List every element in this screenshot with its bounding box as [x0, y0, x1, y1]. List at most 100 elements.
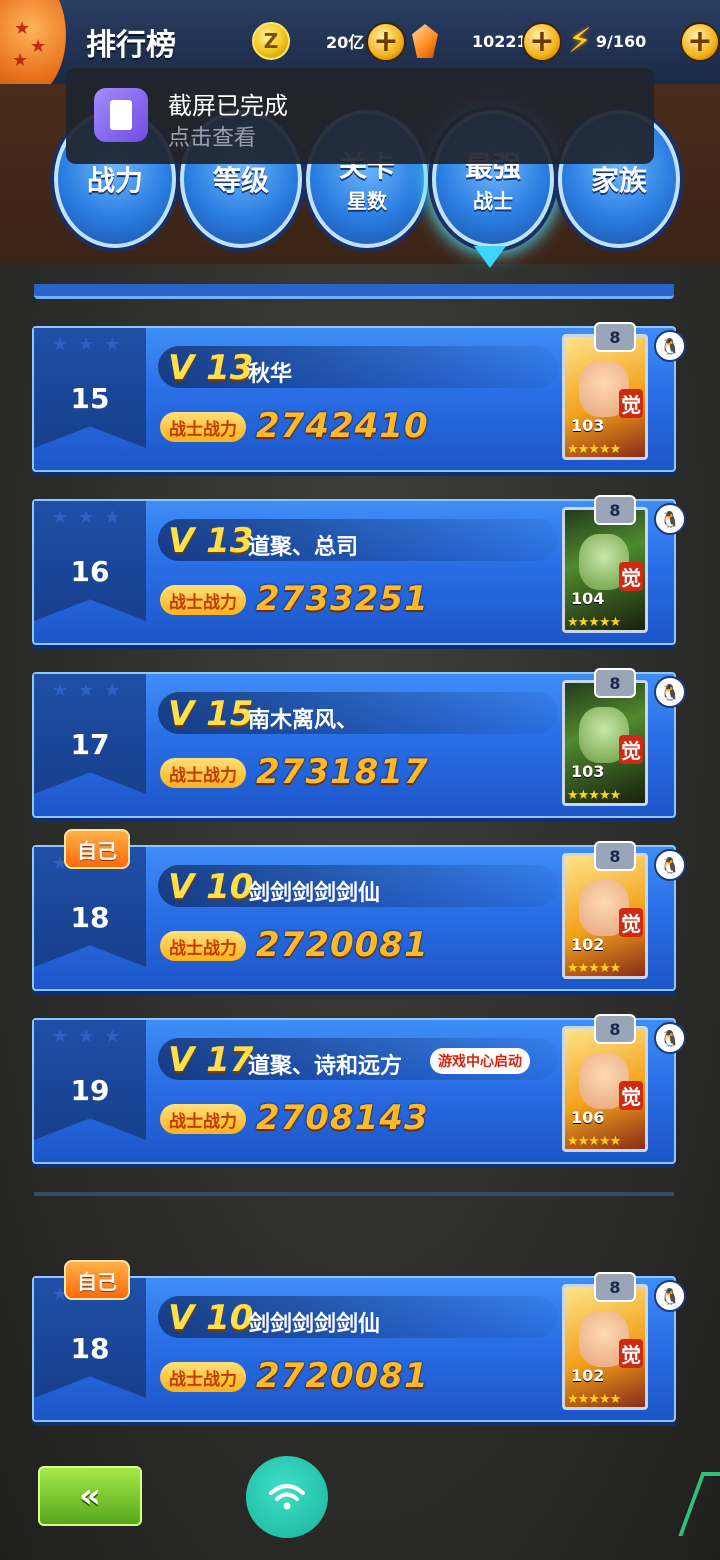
add-gem-button[interactable]: +	[522, 22, 562, 62]
qq-penguin-icon: 🐧	[654, 1022, 686, 1054]
warrior-portrait[interactable]: 102 觉 ★★★★★	[562, 1284, 648, 1410]
rank-stars-decor: ★★★	[52, 334, 131, 355]
tab-power-label: 战力	[86, 164, 143, 197]
list-top-edge	[34, 284, 674, 299]
ranking-row[interactable]: ★★★ 16 V 13 道聚、总司 战士战力 2733251 104 觉 ★★★…	[32, 495, 686, 645]
qq-penguin-icon: 🐧	[654, 503, 686, 535]
power-value: 2731817	[256, 752, 429, 792]
rank-stars-decor: ★★★	[52, 507, 131, 528]
power-value: 2733251	[256, 579, 429, 619]
crown-badge-icon: 8	[594, 322, 636, 352]
vip-level: V 10	[168, 867, 254, 907]
crown-badge-icon: 8	[594, 1014, 636, 1044]
power-value: 2720081	[256, 925, 429, 965]
ranking-row[interactable]: ★★★ 19 V 17 道聚、诗和远方 游戏中心启动 战士战力 2708143 …	[32, 1014, 686, 1164]
crown-badge-icon: 8	[594, 668, 636, 698]
tab-strongest-sub: 战士	[473, 188, 513, 213]
power-value: 2708143	[256, 1098, 429, 1138]
rank-number: 15	[70, 382, 110, 415]
awaken-badge: 觉	[619, 1339, 643, 1368]
warrior-stars: ★★★★★	[567, 1392, 621, 1407]
warrior-portrait[interactable]: 104 觉 ★★★★★	[562, 507, 648, 633]
power-value: 2742410	[256, 406, 429, 446]
gold-resource: Z 20亿	[252, 22, 365, 60]
vip-level: V 17	[168, 1040, 254, 1080]
player-name: 道聚、总司	[248, 535, 359, 560]
warrior-portrait[interactable]: 102 觉 ★★★★★	[562, 853, 648, 979]
player-name: 剑剑剑剑剑仙	[248, 1312, 381, 1337]
stamina-value: 9/160	[595, 31, 647, 51]
add-gold-button[interactable]: +	[366, 22, 406, 62]
warrior-level: 102	[571, 935, 605, 954]
ranking-row[interactable]: ★★★ 15 V 13 秋华 战士战力 2742410 103 觉 ★★★★★ …	[32, 322, 686, 472]
power-value: 2720081	[256, 1356, 429, 1396]
tab-family-label: 家族	[590, 164, 647, 197]
my-rank-row[interactable]: ★★★ 18 自己 V 10 剑剑剑剑剑仙 战士战力 2720081 102 觉…	[32, 1260, 686, 1422]
active-tab-arrow-icon	[474, 246, 506, 268]
awaken-badge: 觉	[619, 389, 643, 418]
qq-penguin-icon: 🐧	[654, 676, 686, 708]
warrior-stars: ★★★★★	[567, 961, 621, 976]
corner-decoration	[678, 1472, 720, 1536]
crown-badge-icon: 8	[594, 841, 636, 871]
toast-title: 截屏已完成	[168, 92, 288, 120]
back-button[interactable]: «	[38, 1466, 142, 1526]
power-label: 战士战力	[160, 758, 246, 788]
warrior-portrait[interactable]: 103 觉 ★★★★★	[562, 680, 648, 806]
gallery-icon	[94, 88, 148, 142]
self-badge: 自己	[64, 829, 130, 869]
power-label: 战士战力	[160, 412, 246, 442]
warrior-level: 103	[571, 416, 605, 435]
awaken-badge: 觉	[619, 735, 643, 764]
rank-number: 18	[70, 901, 110, 934]
rank-stars-decor: ★★★	[52, 1026, 131, 1047]
add-stamina-button[interactable]: +	[680, 22, 720, 62]
player-name: 剑剑剑剑剑仙	[248, 881, 381, 906]
tab-stage-sub: 星数	[347, 188, 387, 213]
game-center-badge: 游戏中心启动	[430, 1048, 530, 1074]
warrior-level: 106	[571, 1108, 605, 1127]
warrior-portrait[interactable]: 106 觉 ★★★★★	[562, 1026, 648, 1152]
ranking-row[interactable]: ★★★ 17 V 15 南木离风、 战士战力 2731817 103 觉 ★★★…	[32, 668, 686, 818]
player-name: 道聚、诗和远方	[248, 1054, 403, 1079]
qq-penguin-icon: 🐧	[654, 330, 686, 362]
toast-subtitle: 点击查看	[168, 126, 257, 151]
qq-penguin-icon: 🐧	[654, 1280, 686, 1312]
rank-number: 19	[70, 1074, 110, 1107]
gem-icon	[412, 24, 438, 58]
warrior-stars: ★★★★★	[567, 788, 621, 803]
vip-level: V 15	[168, 694, 254, 734]
stamina-resource: ⚡ 9/160	[568, 21, 647, 61]
rank-number: 17	[70, 728, 110, 761]
power-label: 战士战力	[160, 585, 246, 615]
gem-resource: 10221	[412, 24, 528, 58]
rank-number: 18	[70, 1332, 110, 1365]
rank-number: 16	[70, 555, 110, 588]
wifi-glyph-icon	[269, 1484, 305, 1510]
ranking-row[interactable]: ★★★ 18 自己 V 10 剑剑剑剑剑仙 战士战力 2720081 102 觉…	[32, 829, 686, 991]
warrior-level: 104	[571, 589, 605, 608]
warrior-stars: ★★★★★	[567, 615, 621, 630]
crown-badge-icon: 8	[594, 1272, 636, 1302]
wifi-icon[interactable]	[246, 1456, 328, 1538]
gold-coin-icon: Z	[252, 22, 290, 60]
tab-level-label: 等级	[212, 164, 269, 197]
vip-level: V 13	[168, 521, 254, 561]
vip-level: V 13	[168, 348, 254, 388]
player-name: 秋华	[248, 362, 293, 387]
vip-level: V 10	[168, 1298, 254, 1338]
bolt-icon: ⚡	[568, 21, 592, 61]
awaken-badge: 觉	[619, 908, 643, 937]
awaken-badge: 觉	[619, 562, 643, 591]
power-label: 战士战力	[160, 1362, 246, 1392]
page-title: 排行榜	[86, 28, 176, 63]
power-label: 战士战力	[160, 1104, 246, 1134]
warrior-level: 103	[571, 762, 605, 781]
awaken-badge: 觉	[619, 1081, 643, 1110]
power-label: 战士战力	[160, 931, 246, 961]
warrior-portrait[interactable]: 103 觉 ★★★★★	[562, 334, 648, 460]
self-badge: 自己	[64, 1260, 130, 1300]
gold-value: 20亿	[326, 33, 365, 52]
warrior-stars: ★★★★★	[567, 1134, 621, 1149]
screenshot-toast[interactable]: 截屏已完成 点击查看	[66, 68, 654, 164]
